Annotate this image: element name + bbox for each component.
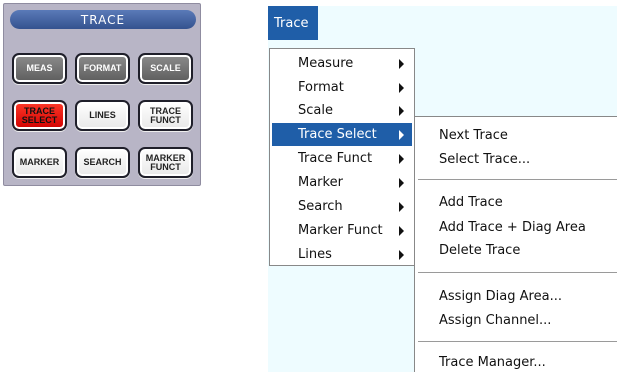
marker-funct-hardkey[interactable]: MARKER FUNCT: [138, 147, 193, 178]
submenu-arrow-icon: [399, 225, 404, 236]
meas-hardkey[interactable]: MEAS: [12, 53, 67, 84]
trace-select-submenu: Next Trace Select Trace... Add Trace Add…: [414, 116, 617, 372]
menu-item-label: Trace Funct: [298, 151, 373, 166]
submenu-item-add-trace-diag-area[interactable]: Add Trace + Diag Area: [417, 216, 615, 239]
submenu-item-assign-diag-area[interactable]: Assign Diag Area...: [417, 285, 615, 308]
menu-bar: Trace: [268, 6, 617, 40]
submenu-arrow-icon: [399, 201, 404, 212]
menu-item-marker[interactable]: Marker: [272, 171, 412, 194]
submenu-item-delete-trace[interactable]: Delete Trace: [417, 239, 615, 262]
submenu-item-select-trace[interactable]: Select Trace...: [417, 148, 615, 171]
submenu-item-next-trace[interactable]: Next Trace: [417, 124, 615, 147]
submenu-arrow-icon: [399, 249, 404, 260]
search-hardkey[interactable]: SEARCH: [75, 147, 130, 178]
menu-item-trace-funct[interactable]: Trace Funct: [272, 147, 412, 170]
submenu-item-add-trace[interactable]: Add Trace: [417, 191, 615, 214]
menu-item-measure[interactable]: Measure: [272, 52, 412, 75]
menu-item-scale[interactable]: Scale: [272, 99, 412, 122]
submenu-arrow-icon: [399, 105, 404, 116]
menu-item-format[interactable]: Format: [272, 76, 412, 99]
menu-item-marker-funct[interactable]: Marker Funct: [272, 219, 412, 242]
menu-separator: [418, 272, 617, 273]
submenu-arrow-icon: [399, 129, 404, 140]
menu-item-label: Measure: [298, 56, 354, 71]
menu-item-label: Format: [298, 80, 344, 95]
menu-separator: [418, 179, 617, 180]
menu-item-lines[interactable]: Lines: [272, 243, 412, 266]
trace-hardkey-panel: TRACE MEAS FORMAT SCALE TRACE SELECT LIN…: [3, 3, 201, 186]
format-hardkey[interactable]: FORMAT: [75, 53, 130, 84]
submenu-item-assign-channel[interactable]: Assign Channel...: [417, 309, 615, 332]
trace-select-hardkey[interactable]: TRACE SELECT: [12, 100, 67, 131]
panel-title: TRACE: [10, 10, 196, 29]
submenu-item-trace-manager[interactable]: Trace Manager...: [417, 351, 615, 374]
menu-item-label: Search: [298, 199, 343, 214]
submenu-arrow-icon: [399, 177, 404, 188]
menu-item-trace-select[interactable]: Trace Select: [272, 123, 412, 146]
submenu-arrow-icon: [399, 58, 404, 69]
menu-item-label: Scale: [298, 103, 333, 118]
menu-item-label: Lines: [298, 247, 332, 262]
submenu-arrow-icon: [399, 153, 404, 164]
menu-item-label: Trace Select: [298, 127, 377, 142]
trace-funct-hardkey[interactable]: TRACE FUNCT: [138, 100, 193, 131]
menu-item-search[interactable]: Search: [272, 195, 412, 218]
trace-dropdown-menu: Measure Format Scale Trace Select Trace …: [269, 48, 415, 266]
scale-hardkey[interactable]: SCALE: [138, 53, 193, 84]
menu-item-label: Marker Funct: [298, 223, 383, 238]
lines-hardkey[interactable]: LINES: [75, 100, 130, 131]
trace-menu[interactable]: Trace: [268, 6, 318, 40]
menu-item-label: Marker: [298, 175, 343, 190]
marker-hardkey[interactable]: MARKER: [12, 147, 67, 178]
menu-separator: [418, 341, 617, 342]
submenu-arrow-icon: [399, 82, 404, 93]
